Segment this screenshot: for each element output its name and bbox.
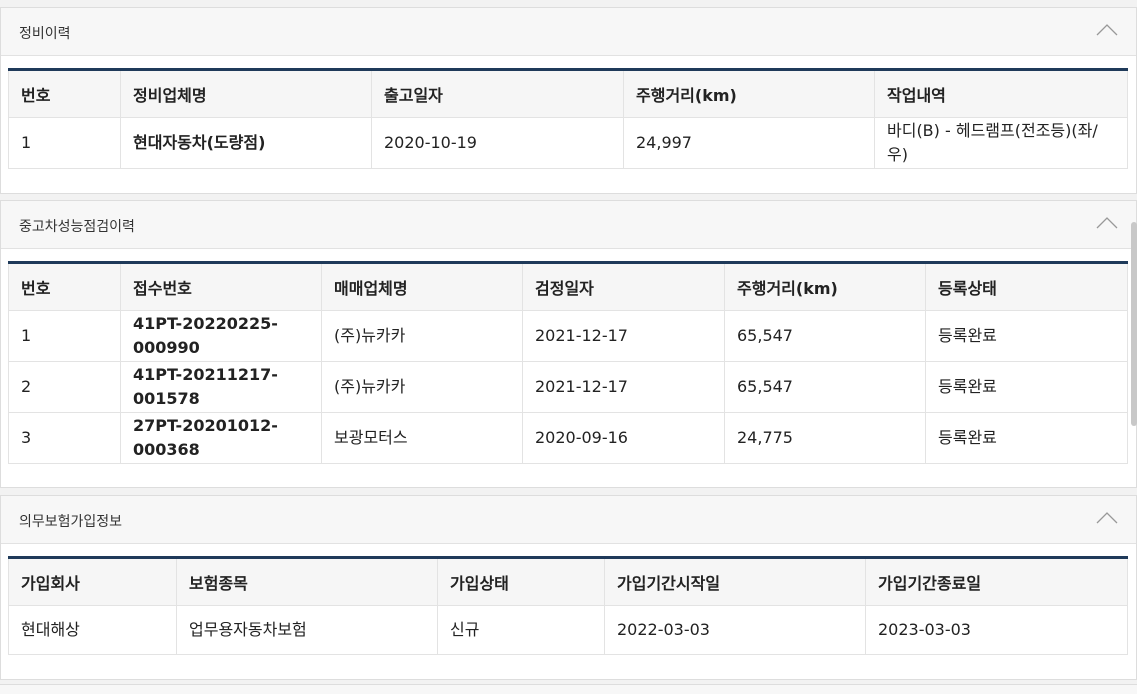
cell-status: 등록완료 [925,310,1128,362]
column-header: 검정일자 [522,261,725,311]
table-row: 2 41PT-20211217-001578 (주)뉴카카 2021-12-17… [8,361,1128,413]
table-header-row: 가입회사 보험종목 가입상태 가입기간시작일 가입기간종료일 [8,556,1128,606]
cell-dealer-name: (주)뉴카카 [321,310,523,362]
panel-title: 정비이력 [19,26,71,42]
cell-dealer-name: (주)뉴카카 [321,361,523,413]
cell-end-date: 2023-03-03 [865,605,1128,655]
cell-release-date: 2020-10-19 [371,117,624,169]
column-header: 정비업체명 [120,68,372,118]
cell-status: 등록완료 [925,361,1128,413]
cell-insurance-type: 업무용자동차보험 [176,605,438,655]
cell-mileage: 65,547 [724,361,926,413]
cell-receipt-number: 41PT-20220225-000990 [120,310,322,362]
cell-mileage: 24,775 [724,412,926,464]
table-row: 3 27PT-20201012-000368 보광모터스 2020-09-16 … [8,412,1128,464]
inspection-table: 번호 접수번호 매매업체명 검정일자 주행거리(km) 등록상태 1 41PT-… [8,261,1128,464]
cell-status: 등록완료 [925,412,1128,464]
column-header: 주행거리(km) [724,261,926,311]
cell-work-details: 바디(B) - 헤드램프(전조등)(좌/우) [874,117,1128,169]
column-header: 매매업체명 [321,261,523,311]
maintenance-table: 번호 정비업체명 출고일자 주행거리(km) 작업내역 1 현대자동차(도량점)… [8,68,1128,169]
scrollbar-thumb[interactable] [1131,222,1137,426]
table-row: 1 41PT-20220225-000990 (주)뉴카카 2021-12-17… [8,310,1128,362]
insurance-panel-header[interactable]: 의무보험가입정보 [1,496,1136,544]
column-header: 보험종목 [176,556,438,606]
cell-mileage: 24,997 [623,117,875,169]
cell-inspection-date: 2021-12-17 [522,310,725,362]
column-header: 주행거리(km) [623,68,875,118]
column-header: 접수번호 [120,261,322,311]
column-header: 출고일자 [371,68,624,118]
cell-number: 1 [8,310,121,362]
column-header: 가입상태 [437,556,605,606]
cell-dealer-name: 보광모터스 [321,412,523,464]
cell-insurer: 현대해상 [8,605,177,655]
maintenance-panel: 정비이력 번호 정비업체명 출고일자 주행거리(km) 작업내역 1 현대자동차… [0,7,1137,194]
cell-number: 1 [8,117,121,169]
cell-receipt-number: 27PT-20201012-000368 [120,412,322,464]
insurance-table: 가입회사 보험종목 가입상태 가입기간시작일 가입기간종료일 현대해상 업무용자… [8,556,1128,655]
inspection-panel: 중고차성능점검이력 번호 접수번호 매매업체명 검정일자 주행거리(km) 등록… [0,200,1137,488]
cell-mileage: 65,547 [724,310,926,362]
table-header-row: 번호 접수번호 매매업체명 검정일자 주행거리(km) 등록상태 [8,261,1128,311]
cell-inspection-date: 2021-12-17 [522,361,725,413]
chevron-up-icon[interactable] [1096,20,1118,42]
cell-receipt-number: 41PT-20211217-001578 [120,361,322,413]
cell-start-date: 2022-03-03 [604,605,866,655]
inspection-panel-header[interactable]: 중고차성능점검이력 [1,201,1136,249]
table-row: 1 현대자동차(도량점) 2020-10-19 24,997 바디(B) - 헤… [8,117,1128,169]
column-header: 작업내역 [874,68,1128,118]
column-header: 등록상태 [925,261,1128,311]
column-header: 가입기간시작일 [604,556,866,606]
maintenance-panel-header[interactable]: 정비이력 [1,8,1136,56]
column-header: 번호 [8,261,121,311]
column-header: 번호 [8,68,121,118]
panel-title: 중고차성능점검이력 [19,219,135,235]
column-header: 가입회사 [8,556,177,606]
cell-number: 2 [8,361,121,413]
cell-number: 3 [8,412,121,464]
chevron-up-icon[interactable] [1096,508,1118,530]
cell-inspection-date: 2020-09-16 [522,412,725,464]
chevron-up-icon[interactable] [1096,213,1118,235]
column-header: 가입기간종료일 [865,556,1128,606]
table-header-row: 번호 정비업체명 출고일자 주행거리(km) 작업내역 [8,68,1128,118]
table-row: 현대해상 업무용자동차보험 신규 2022-03-03 2023-03-03 [8,605,1128,655]
cell-subscription-status: 신규 [437,605,605,655]
insurance-panel: 의무보험가입정보 가입회사 보험종목 가입상태 가입기간시작일 가입기간종료일 … [0,495,1137,680]
next-panel-edge [0,684,1137,694]
panel-title: 의무보험가입정보 [19,514,123,530]
cell-shop-name: 현대자동차(도량점) [120,117,372,169]
